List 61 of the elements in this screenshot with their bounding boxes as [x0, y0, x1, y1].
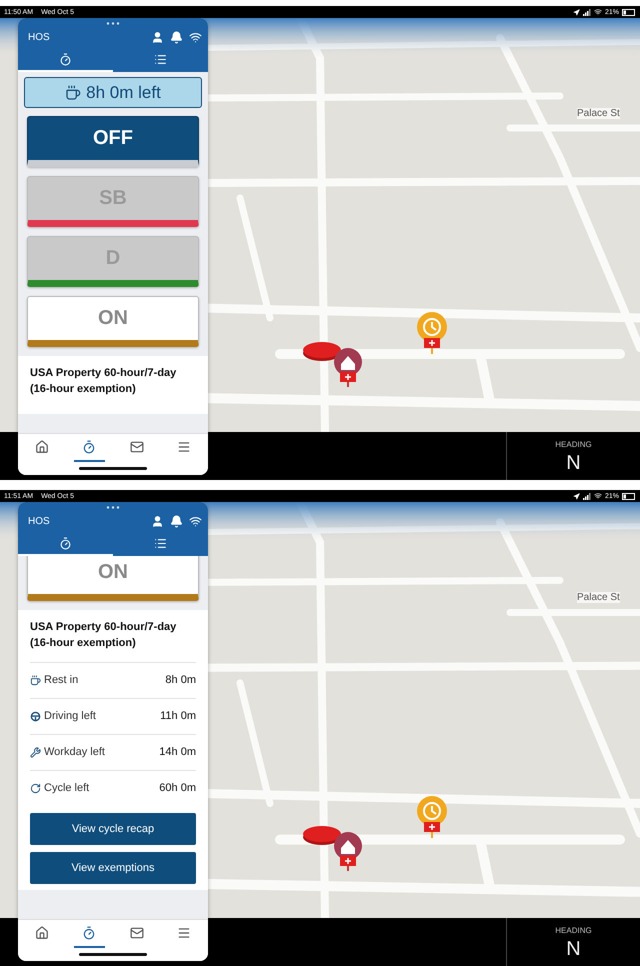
row-label: Driving left [44, 710, 96, 722]
row-label: Cycle left [44, 782, 90, 794]
drag-handle-icon[interactable] [106, 22, 120, 25]
heading-label: HEADING [555, 440, 592, 449]
heading-value: N [566, 452, 581, 475]
stopwatch-icon [59, 536, 72, 550]
heading-value: N [566, 938, 581, 961]
stopwatch-icon [59, 52, 72, 66]
wifi-icon [594, 8, 602, 16]
panel-title: HOS [28, 32, 50, 43]
row-value: 14h 0m [159, 746, 196, 758]
vehicle-marker-icon [302, 340, 342, 362]
mail-icon [130, 440, 144, 454]
row-value: 11h 0m [160, 710, 196, 722]
wrench-icon [30, 746, 41, 758]
street-label: Palace St [577, 108, 620, 119]
user-icon[interactable] [151, 31, 164, 44]
menu-icon [177, 440, 192, 454]
ruleset-title: USA Property 60-hour/7-day (16-hour exemption) [30, 620, 178, 651]
street-label: Palace St [577, 592, 620, 603]
location-icon [572, 492, 580, 500]
rest-time-badge: 8h 0m left [24, 77, 202, 108]
signal-icon [582, 492, 591, 500]
list-icon [154, 52, 167, 66]
home-pin-icon [333, 348, 363, 388]
action-button[interactable]: View cycle recap [30, 812, 196, 845]
ruleset-title: USA Property 60-hour/7-day (16-hour exemption) [30, 366, 178, 397]
clock-pin-icon [416, 312, 448, 356]
row-label: Rest in [44, 674, 78, 686]
location-icon [572, 8, 580, 16]
mail-icon [130, 926, 144, 940]
heading-label: HEADING [555, 926, 592, 935]
signal-icon [582, 8, 591, 16]
cup-icon [65, 84, 82, 100]
row-value: 8h 0m [165, 674, 196, 686]
duty-status-button[interactable]: ON [27, 556, 199, 601]
battery-icon [622, 492, 636, 500]
duty-status-button[interactable]: OFF [27, 116, 199, 167]
steering-wheel-icon [30, 710, 41, 722]
vehicle-marker-icon [302, 824, 342, 846]
home-icon [34, 926, 49, 940]
bell-icon[interactable] [170, 31, 183, 44]
clock-pin-icon [416, 796, 448, 840]
list-icon [154, 536, 167, 550]
user-icon[interactable] [151, 515, 164, 528]
battery-icon [622, 8, 636, 16]
menu-icon [177, 926, 192, 940]
home-pin-icon [333, 832, 363, 872]
action-button[interactable]: View exemptions [30, 852, 196, 884]
stopwatch-icon [82, 440, 96, 454]
drag-handle-icon[interactable] [106, 506, 120, 509]
duty-status-button[interactable]: ON [27, 296, 199, 347]
home-icon [34, 440, 49, 454]
cup-icon [30, 674, 41, 686]
wifi-icon [594, 492, 602, 500]
bell-icon[interactable] [170, 515, 183, 528]
row-label: Workday left [44, 746, 105, 758]
row-value: 60h 0m [159, 782, 196, 794]
stopwatch-icon [82, 926, 96, 940]
panel-title: HOS [28, 516, 50, 527]
refresh-icon [30, 782, 41, 794]
